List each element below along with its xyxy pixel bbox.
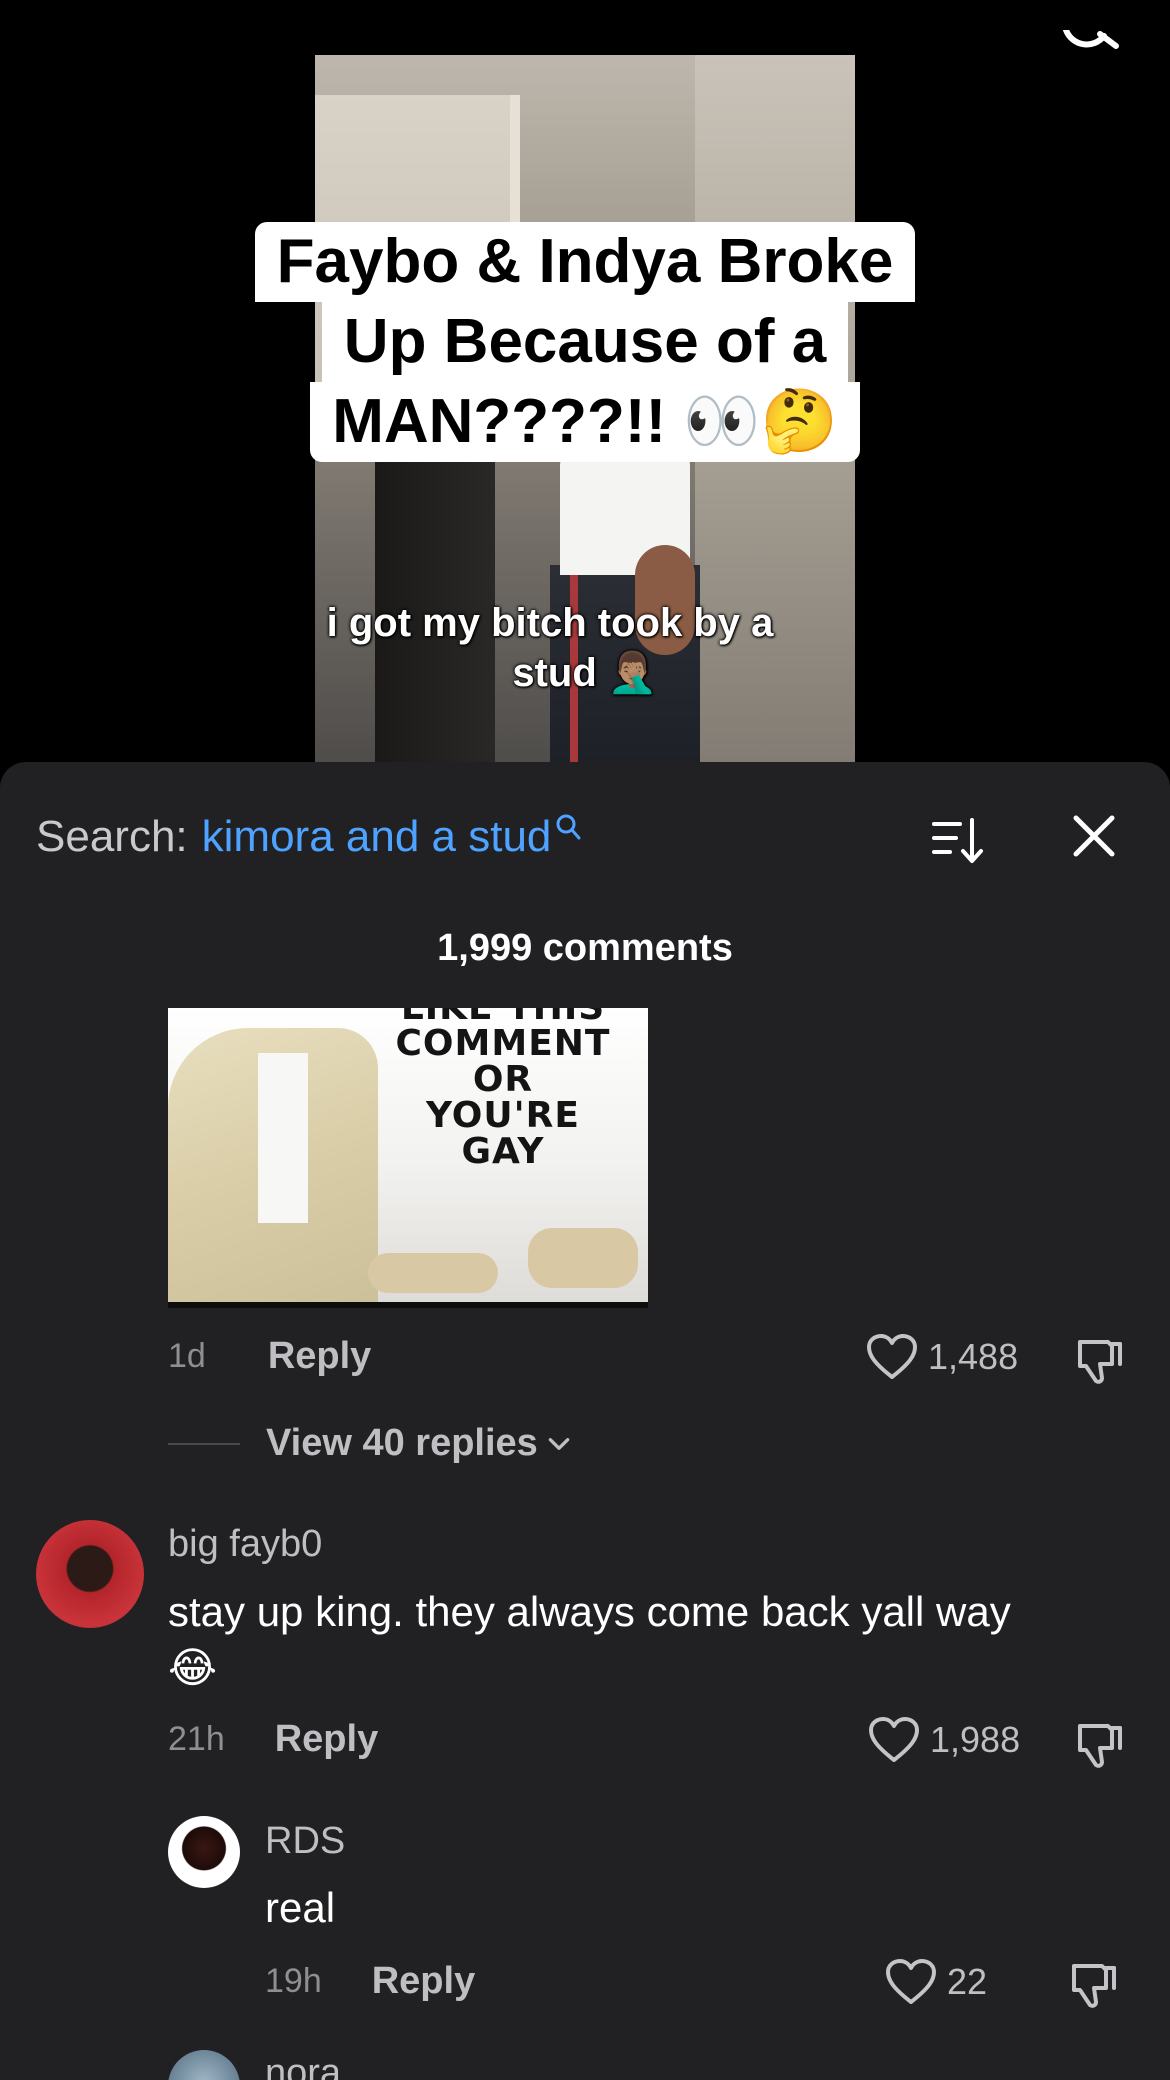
comment-image-text-line: GAY <box>461 1131 545 1172</box>
comment-username[interactable]: big fayb0 <box>168 1523 322 1566</box>
dislike-icon[interactable] <box>1072 1334 1124 1386</box>
sort-descending-icon[interactable] <box>930 812 986 868</box>
video-title-line: MAN????!! 👀🤔 <box>310 382 860 462</box>
comment-text: stay up king. they always come back yall… <box>168 1584 1148 1696</box>
comments-sheet: Search: kimora and a stud 1,999 comments… <box>0 762 1170 2080</box>
comment-search-bar[interactable]: Search: kimora and a stud <box>36 807 581 867</box>
like-button[interactable]: 22 <box>885 1958 987 2006</box>
avatar[interactable] <box>36 1520 144 1628</box>
comment-image-text-line: COMMENT <box>395 1023 611 1064</box>
view-replies-button[interactable]: View 40 replies <box>168 1422 572 1465</box>
video-title-line: Faybo & Indya Broke <box>254 222 916 302</box>
heart-icon[interactable] <box>868 1716 920 1764</box>
video-caption: i got my bitch took by a stud 🤦🏽‍♂️ <box>315 598 855 698</box>
close-icon[interactable] <box>1066 808 1122 864</box>
comment-time: 1d <box>168 1337 206 1375</box>
like-count: 1,988 <box>930 1719 1021 1760</box>
search-term[interactable]: kimora and a stud <box>202 812 552 862</box>
comment-username[interactable]: nora <box>265 2052 341 2080</box>
reply-button[interactable]: Reply <box>268 1335 371 1378</box>
dislike-icon[interactable] <box>1066 1958 1118 2010</box>
comment-username[interactable]: RDS <box>265 1820 345 1863</box>
comment-image-text: LIKE THIS COMMENT OR YOU'RE GAY <box>358 1008 648 1170</box>
reply-button[interactable]: Reply <box>275 1718 378 1761</box>
chevron-down-icon <box>548 1437 570 1450</box>
video-caption-line: stud 🤦🏽‍♂️ <box>512 651 658 695</box>
comment-image-hand <box>528 1228 638 1288</box>
comment-image-shirt <box>258 1053 308 1223</box>
heart-icon[interactable] <box>885 1958 937 2006</box>
video-title-overlay: Faybo & Indya Broke Up Because of a MAN?… <box>0 222 1170 462</box>
like-count: 22 <box>947 1961 988 2002</box>
comment-emoji: 😂 <box>168 1644 218 1691</box>
reply-button[interactable]: Reply <box>372 1960 475 2003</box>
avatar[interactable] <box>168 1816 240 1888</box>
comment-image-hand <box>368 1253 498 1293</box>
search-label: Search: <box>36 812 188 861</box>
dislike-icon[interactable] <box>1072 1718 1124 1770</box>
search-icon[interactable] <box>1060 30 1120 70</box>
comment-body: stay up king. they always come back yall… <box>168 1588 1011 1635</box>
video-player[interactable]: Faybo & Indya Broke Up Because of a MAN?… <box>0 0 1170 780</box>
like-button[interactable]: 1,488 <box>866 1333 1018 1381</box>
heart-icon[interactable] <box>866 1333 918 1381</box>
comment-meta-row: 1d Reply <box>168 1335 371 1378</box>
like-count: 1,488 <box>928 1336 1019 1377</box>
comment-count: 1,999 comments <box>437 927 733 969</box>
comment-image[interactable]: LIKE THIS COMMENT OR YOU'RE GAY <box>168 1008 648 1308</box>
comment-time: 19h <box>265 1962 322 2000</box>
comment-time: 21h <box>168 1720 225 1758</box>
video-title-line: Up Because of a <box>321 302 849 382</box>
comment-image-text-line: OR <box>472 1059 534 1100</box>
view-replies-label: View 40 replies <box>266 1422 538 1464</box>
video-caption-line: i got my bitch took by a <box>326 601 774 645</box>
comment-text: real <box>265 1884 336 1931</box>
comment-image-text-line: YOU'RE <box>426 1095 580 1136</box>
view-replies-divider <box>168 1442 240 1445</box>
search-icon[interactable] <box>555 813 581 843</box>
comment-meta-row: 21h Reply <box>168 1718 378 1761</box>
like-button[interactable]: 1,988 <box>868 1716 1020 1764</box>
comment-meta-row: 19h Reply <box>265 1960 475 2003</box>
